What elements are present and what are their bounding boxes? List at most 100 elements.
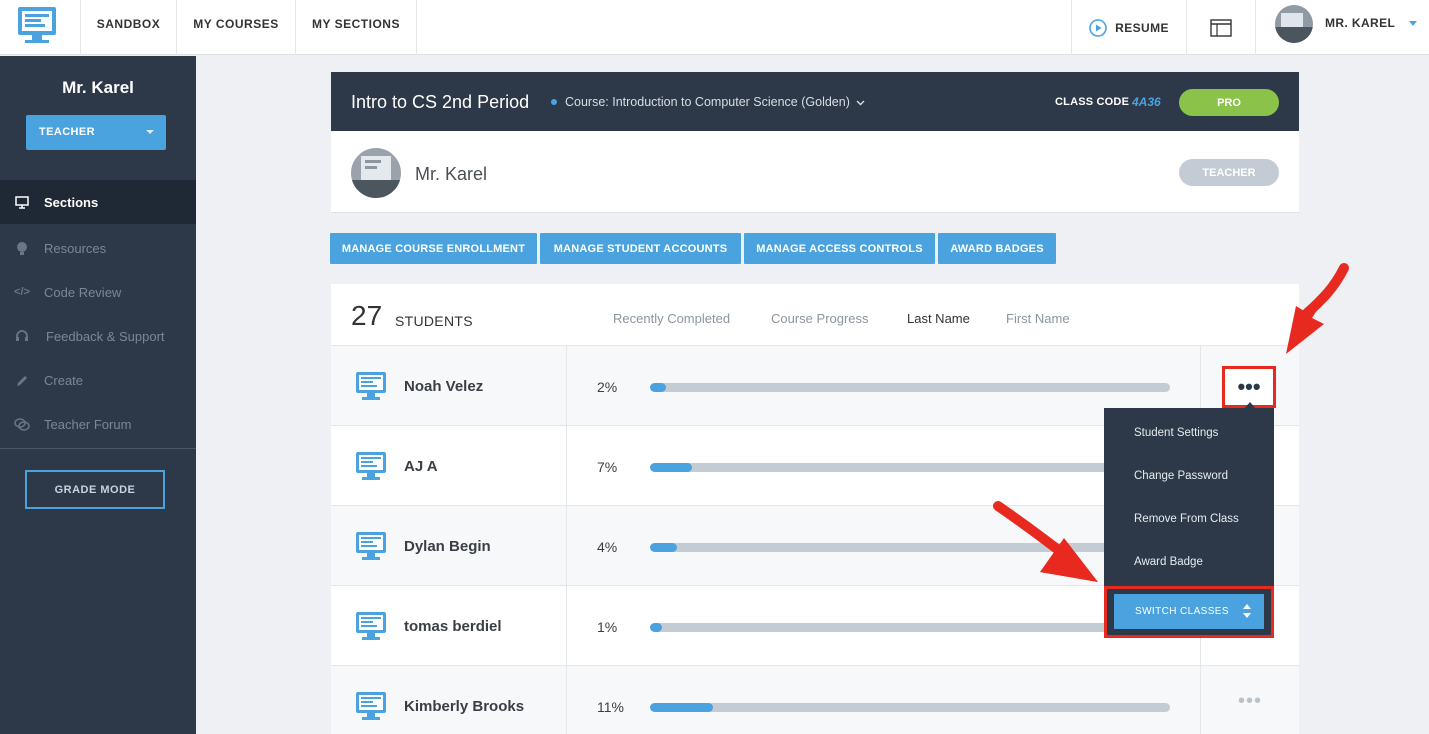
teacher-role-badge: TEACHER [1179,159,1279,186]
menu-caret-icon [1244,402,1256,409]
sidebar-item-label: Code Review [44,284,122,300]
user-menu[interactable]: MR. KAREL [1255,0,1429,55]
headset-icon [0,329,44,343]
more-dots-icon: ••• [1237,374,1261,399]
sort-last-name[interactable]: Last Name [907,311,970,326]
progress-bar-fill [650,383,667,392]
menu-item-student-settings[interactable]: Student Settings [1134,427,1218,439]
class-title: Intro to CS 2nd Period [351,92,530,112]
sidebar-item-label: Teacher Forum [44,416,132,432]
chevron-down-icon [146,130,154,134]
teacher-name: Mr. Karel [415,164,488,184]
student-name[interactable]: Noah Velez [404,378,483,395]
role-select[interactable]: TEACHER [26,115,166,150]
student-monitor-icon [356,372,386,400]
student-name[interactable]: Kimberly Brooks [404,698,524,715]
avatar [351,148,401,198]
user-name-label: MR. KAREL [1325,15,1396,30]
progress-percent: 2% [597,379,618,395]
resume-button[interactable]: RESUME [1071,0,1186,55]
progress-bar-fill [650,543,677,552]
students-label: STUDENTS [395,313,473,329]
sort-course-progress[interactable]: Course Progress [771,311,869,326]
window-icon [1210,18,1232,37]
user-avatar [1275,4,1313,43]
chat-icon [0,417,44,431]
manage-student-accounts-button[interactable]: MANAGE STUDENT ACCOUNTS [540,233,741,264]
menu-item-award-badge[interactable]: Award Badge [1134,556,1203,568]
play-icon [1089,18,1107,37]
sidebar-item-sections[interactable]: Sections [0,180,196,224]
class-code-value: 4A36 [1132,95,1161,109]
sort-recently-completed[interactable]: Recently Completed [613,311,730,326]
nav-my-courses[interactable]: MY COURSES [177,0,296,55]
column-divider [566,506,567,586]
progress-percent: 11% [597,699,624,715]
role-select-label: TEACHER [39,126,95,138]
code-icon: </> [14,286,30,298]
sidebar: Mr. Karel TEACHER Sections Resources </>… [0,56,196,734]
progress-bar [650,463,1170,472]
sidebar-item-label: Resources [44,240,107,256]
sidebar-item-label: Create [44,372,84,388]
pencil-icon [0,374,44,387]
sidebar-item-teacher-forum[interactable]: Teacher Forum [0,402,196,446]
sidebar-item-label: Feedback & Support [46,328,165,344]
progress-bar-fill [650,463,693,472]
progress-percent: 7% [597,459,618,475]
student-name[interactable]: AJ A [404,458,438,475]
menu-item-change-password[interactable]: Change Password [1134,470,1228,482]
progress-bar [650,703,1170,712]
progress-bar [650,623,1170,632]
student-monitor-icon [356,692,386,720]
lightbulb-icon [0,241,44,256]
table-row[interactable]: Kimberly Brooks 11% ••• [331,665,1299,734]
column-divider [566,666,567,734]
monitor-icon [0,195,44,209]
menu-item-remove-from-class[interactable]: Remove From Class [1134,513,1239,525]
progress-bar-fill [650,623,663,632]
pro-badge[interactable]: PRO [1179,89,1279,116]
chevron-down-icon [856,100,865,106]
column-divider [566,346,567,426]
chevron-down-icon [1409,21,1417,26]
progress-percent: 4% [597,539,618,555]
student-monitor-icon [356,612,386,640]
course-label: Course: Introduction to Computer Science… [565,95,850,109]
nav-sandbox[interactable]: SANDBOX [80,0,177,55]
student-name[interactable]: Dylan Begin [404,538,491,555]
more-dots-icon[interactable]: ••• [1235,691,1265,714]
sidebar-item-label: Sections [44,194,99,210]
student-monitor-icon [356,452,386,480]
manage-access-controls-button[interactable]: MANAGE ACCESS CONTROLS [744,233,935,264]
progress-bar [650,383,1170,392]
teacher-card: Mr. Karel TEACHER [331,131,1299,213]
course-select[interactable]: Course: Introduction to Computer Science… [565,95,865,109]
sidebar-item-code-review[interactable]: </> Code Review [0,270,196,314]
up-down-arrows-icon [1243,604,1251,618]
sidebar-item-resources[interactable]: Resources [0,226,196,270]
codehs-logo-icon[interactable] [16,4,58,46]
sidebar-item-create[interactable]: Create [0,358,196,402]
award-badges-button[interactable]: AWARD BADGES [938,233,1056,264]
manage-course-enrollment-button[interactable]: MANAGE COURSE ENROLLMENT [330,233,537,264]
column-divider [1200,666,1201,734]
sidebar-user-name: Mr. Karel [62,78,134,97]
sidebar-item-feedback-support[interactable]: Feedback & Support [0,314,196,358]
top-navbar: SANDBOX MY COURSES MY SECTIONS RESUME MR… [0,0,1429,55]
class-header: Intro to CS 2nd Period Course: Introduct… [331,72,1299,131]
grade-mode-button[interactable]: GRADE MODE [25,470,165,509]
nav-my-sections[interactable]: MY SECTIONS [296,0,417,55]
bullet-dot [551,99,557,105]
switch-classes-select[interactable]: SWITCH CLASSES [1114,594,1264,629]
window-toggle-button[interactable] [1186,0,1255,55]
student-monitor-icon [356,532,386,560]
student-name[interactable]: tomas berdiel [404,618,502,635]
student-count: 27 [351,300,383,331]
sidebar-divider [0,448,196,449]
progress-percent: 1% [597,619,618,635]
resume-label: RESUME [1115,20,1169,35]
column-divider [566,426,567,506]
sort-first-name[interactable]: First Name [1006,311,1070,326]
progress-bar [650,543,1170,552]
